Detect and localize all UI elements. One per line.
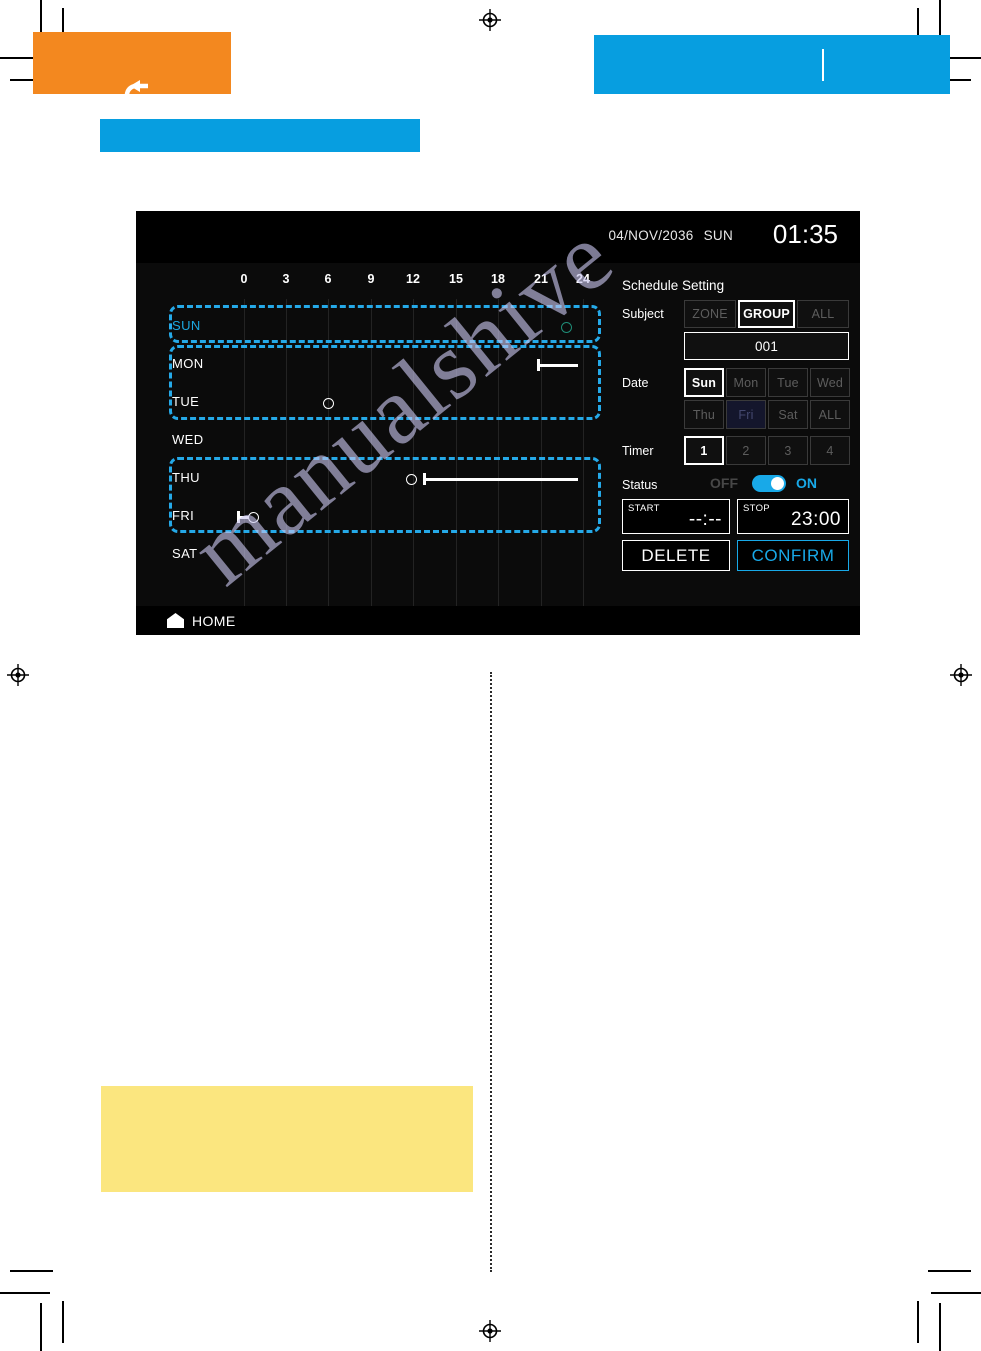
marker-bar xyxy=(423,478,578,481)
date-option-fri[interactable]: Fri xyxy=(726,400,766,429)
marker-bar xyxy=(537,364,578,367)
crop-mark-bl-v xyxy=(40,1303,42,1351)
stop-time-field[interactable]: STOP 23:00 xyxy=(737,499,849,534)
date-option-wed[interactable]: Wed xyxy=(810,368,850,397)
home-button-label[interactable]: HOME xyxy=(192,613,236,629)
status-date: 04/NOV/2036 SUN xyxy=(608,228,733,243)
timer-label: Timer xyxy=(622,444,654,458)
timeline-row-label-tue: TUE xyxy=(172,394,200,409)
schedule-setting-panel: Schedule Setting Subject ZONE GROUP ALL … xyxy=(622,269,854,606)
registration-mark-top xyxy=(479,9,501,31)
date-label: Date xyxy=(622,376,649,390)
header-bar-right xyxy=(594,35,950,94)
date-option-thu[interactable]: Thu xyxy=(684,400,724,429)
crop-mark-bl-v2 xyxy=(62,1301,64,1343)
timeline-row-wed[interactable]: WED xyxy=(160,421,610,459)
crop-mark-br-h2 xyxy=(928,1270,971,1272)
timer-option-1[interactable]: 1 xyxy=(684,436,724,465)
text-cursor-icon xyxy=(822,49,824,81)
date-option-sun[interactable]: Sun xyxy=(684,368,724,397)
status-time: 01:35 xyxy=(772,219,838,249)
note-callout-box xyxy=(101,1086,473,1192)
timeline-row-fri[interactable]: FRI xyxy=(160,497,610,535)
marker-circle xyxy=(323,398,334,409)
timer-option-4[interactable]: 4 xyxy=(810,436,850,465)
stop-value: 23:00 xyxy=(790,509,841,530)
date-option-sat[interactable]: Sat xyxy=(768,400,808,429)
crop-mark-br-h xyxy=(931,1292,981,1294)
device-status-bar: 04/NOV/2036 SUN 01:35 xyxy=(136,211,860,263)
crop-mark-br-v2 xyxy=(917,1301,919,1343)
back-button[interactable] xyxy=(33,32,231,107)
timeline-row-thu[interactable]: THU xyxy=(160,459,610,497)
marker-circle xyxy=(561,322,572,333)
axis-tick-3: 3 xyxy=(282,272,290,286)
date-option-all[interactable]: ALL xyxy=(810,400,850,429)
timeline-axis: 0 3 6 9 12 15 18 21 24 xyxy=(160,263,610,299)
axis-tick-9: 9 xyxy=(367,272,375,286)
date-option-mon[interactable]: Mon xyxy=(726,368,766,397)
delete-button[interactable]: DELETE xyxy=(622,540,730,571)
section-heading-bar xyxy=(100,119,420,152)
status-toggle[interactable] xyxy=(752,475,786,492)
timeline-row-sat[interactable]: SAT xyxy=(160,535,610,573)
axis-tick-21: 21 xyxy=(534,272,548,286)
registration-mark-left xyxy=(7,664,29,686)
device-screenshot: 04/NOV/2036 SUN 01:35 0 3 6 9 12 15 18 21… xyxy=(136,211,860,635)
subject-option-group[interactable]: GROUP xyxy=(738,300,795,328)
crop-mark-bl-h xyxy=(0,1292,50,1294)
timer-option-3[interactable]: 3 xyxy=(768,436,808,465)
start-value: --:-- xyxy=(688,509,722,530)
subject-label: Subject xyxy=(622,307,664,321)
marker-circle xyxy=(248,512,259,523)
schedule-timeline-chart[interactable]: 0 3 6 9 12 15 18 21 24 SUN MON TUE WED T… xyxy=(160,263,610,606)
gutter-dotted-line xyxy=(490,672,492,1272)
device-footer: HOME xyxy=(136,606,860,635)
timeline-row-sun[interactable]: SUN xyxy=(160,307,610,345)
subject-value-field[interactable]: 001 xyxy=(684,332,849,360)
subject-option-zone[interactable]: ZONE xyxy=(684,300,736,328)
registration-mark-bottom xyxy=(479,1320,501,1342)
timeline-row-tue[interactable]: TUE xyxy=(160,383,610,421)
axis-tick-0: 0 xyxy=(240,272,248,286)
subject-option-all[interactable]: ALL xyxy=(797,300,849,328)
stop-caption: STOP xyxy=(743,503,770,514)
start-time-field[interactable]: START --:-- xyxy=(622,499,730,534)
axis-tick-12: 12 xyxy=(406,272,420,286)
timeline-row-label-mon: MON xyxy=(172,356,204,371)
start-caption: START xyxy=(628,503,660,514)
status-date-text: 04/NOV/2036 xyxy=(608,228,694,243)
axis-tick-15: 15 xyxy=(449,272,463,286)
confirm-button[interactable]: CONFIRM xyxy=(737,540,849,571)
home-icon[interactable] xyxy=(167,613,184,628)
timeline-row-label-sun: SUN xyxy=(172,318,201,333)
crop-mark-br-v xyxy=(939,1303,941,1351)
timeline-row-mon[interactable]: MON xyxy=(160,345,610,383)
device-content: 0 3 6 9 12 15 18 21 24 SUN MON TUE WED T… xyxy=(136,263,860,606)
axis-tick-18: 18 xyxy=(491,272,505,286)
status-off-label: OFF xyxy=(710,475,738,491)
status-on-label: ON xyxy=(796,475,817,491)
timeline-row-label-thu: THU xyxy=(172,470,200,485)
registration-mark-right xyxy=(950,664,972,686)
panel-title: Schedule Setting xyxy=(622,278,725,293)
status-day-text: SUN xyxy=(703,228,733,243)
date-option-tue[interactable]: Tue xyxy=(768,368,808,397)
timeline-row-label-wed: WED xyxy=(172,432,204,447)
status-label: Status xyxy=(622,478,658,492)
back-arrow-icon xyxy=(118,80,164,114)
axis-tick-24: 24 xyxy=(576,272,590,286)
marker-circle xyxy=(406,474,417,485)
timer-option-2[interactable]: 2 xyxy=(726,436,766,465)
axis-tick-6: 6 xyxy=(324,272,332,286)
timeline-row-label-sat: SAT xyxy=(172,546,198,561)
timeline-row-label-fri: FRI xyxy=(172,508,195,523)
toggle-knob-icon xyxy=(771,477,784,490)
crop-mark-bl-h2 xyxy=(10,1270,53,1272)
